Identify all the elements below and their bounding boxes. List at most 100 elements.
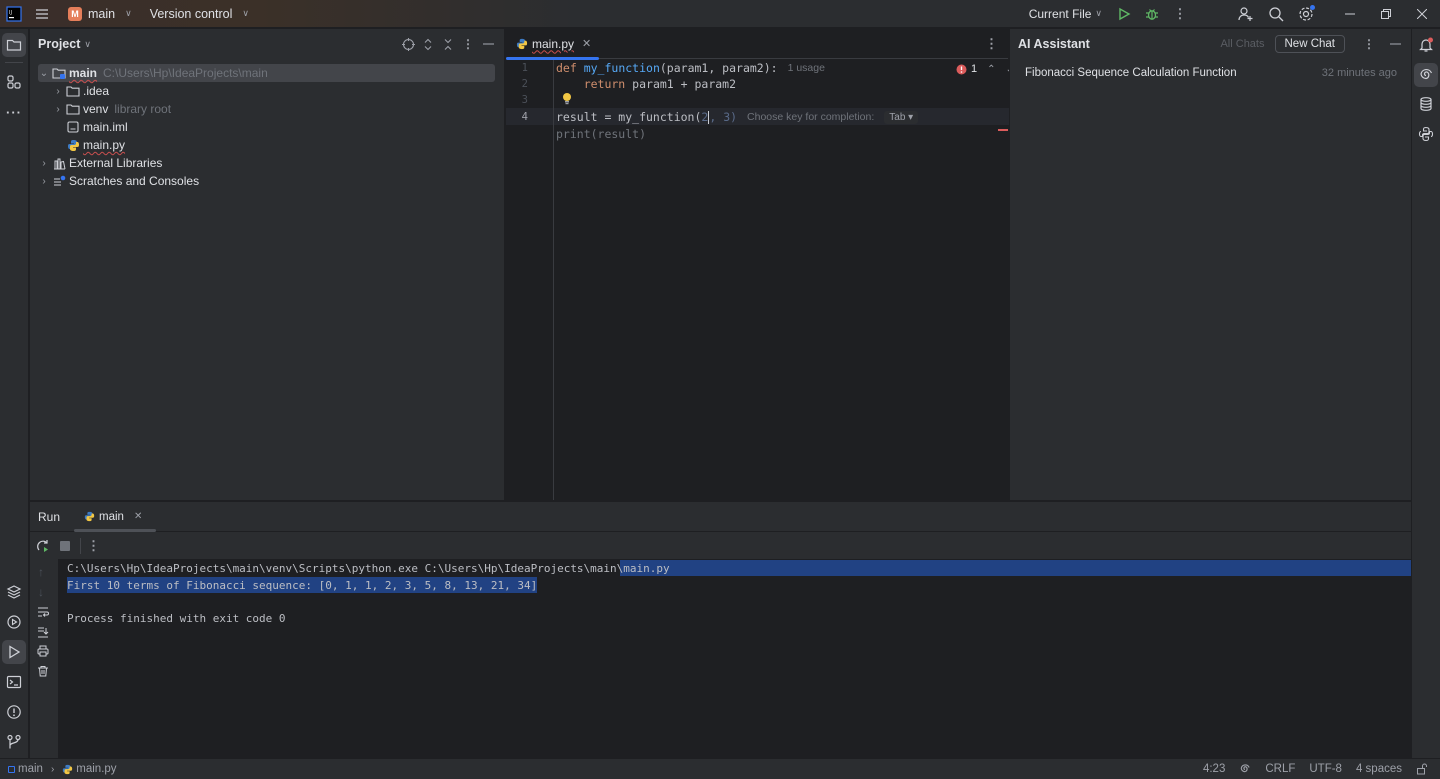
editor-tab-bar: main.py ✕ ⋮ — [506, 29, 1008, 60]
ai-assistant-status-icon[interactable] — [1239, 763, 1251, 775]
tree-item-idea[interactable]: › .idea — [52, 82, 109, 100]
main-menu-icon[interactable] — [28, 0, 56, 28]
code-line-1[interactable]: def my_function (param1, param2): 1 usage — [556, 60, 825, 76]
tree-item-label: .idea — [83, 84, 110, 98]
run-tool-button[interactable] — [2, 640, 26, 664]
project-tool-button[interactable] — [2, 33, 26, 57]
inspection-widget[interactable]: 1 ⌃ ⌄ — [956, 63, 1014, 75]
run-panel: Run main ✕ ⋮ ↑ ↓ C:\Users\Hp\IdeaProject… — [30, 501, 1411, 759]
close-window-button[interactable] — [1404, 0, 1440, 28]
project-switcher[interactable]: M main ∨ — [64, 3, 136, 25]
line-ending[interactable]: CRLF — [1265, 763, 1295, 775]
file-encoding[interactable]: UTF-8 — [1309, 763, 1342, 775]
database-tool-button[interactable] — [1414, 92, 1438, 116]
chevron-down-icon[interactable]: ⌄ — [38, 68, 50, 79]
more-actions-icon[interactable]: ⋮ — [87, 538, 100, 554]
ai-options-menu-icon[interactable]: ⋮ — [1361, 36, 1377, 52]
services-button[interactable] — [2, 610, 26, 634]
code-with-me-icon[interactable] — [1232, 0, 1260, 28]
code-line-2[interactable]: return param1 + param2 — [556, 76, 736, 92]
chevron-right-icon[interactable]: › — [38, 176, 50, 187]
code-line-5[interactable]: print(result) — [556, 126, 646, 142]
problems-icon — [7, 705, 21, 719]
tree-item-external-libraries[interactable]: › External Libraries — [38, 154, 162, 172]
tree-item-main-py[interactable]: main.py — [64, 136, 125, 154]
project-panel: Project ∨ ⋮ ⌄ main C:\Users\Hp\IdeaProje… — [30, 29, 504, 500]
clear-all-trash-icon[interactable] — [37, 665, 49, 677]
chevron-right-icon[interactable]: › — [52, 104, 64, 115]
print-icon[interactable] — [37, 645, 49, 657]
completion-key-dropdown[interactable]: Tab ▾ — [884, 110, 919, 124]
hide-panel-icon[interactable] — [480, 36, 496, 52]
run-tab-bar: Run main ✕ — [30, 502, 1411, 532]
editor-tabs-menu-icon[interactable]: ⋮ — [985, 36, 998, 52]
chevron-down-icon: ∨ — [125, 8, 132, 18]
keyword: return — [556, 77, 633, 91]
file-writable-lock-icon[interactable] — [1416, 763, 1428, 775]
chevron-right-icon[interactable]: › — [38, 158, 50, 169]
rerun-icon[interactable] — [36, 539, 50, 553]
python-console-tool-button[interactable] — [1414, 122, 1438, 146]
run-console-output[interactable]: C:\Users\Hp\IdeaProjects\main\venv\Scrip… — [58, 559, 1411, 759]
hide-panel-icon[interactable] — [1387, 36, 1403, 52]
all-chats-link[interactable]: All Chats — [1220, 38, 1264, 50]
chevron-right-icon[interactable]: › — [52, 86, 64, 97]
breadcrumb-file[interactable]: main.py — [76, 763, 116, 775]
code-line-4[interactable]: result = my_function(2, 3) Choose key for… — [556, 109, 919, 125]
previous-problem-icon[interactable]: ⌃ — [987, 64, 995, 75]
close-tab-icon[interactable]: ✕ — [582, 37, 591, 50]
tree-item-venv[interactable]: › venv library root — [52, 100, 171, 118]
chevron-down-icon[interactable]: ∨ — [84, 39, 91, 50]
run-config-label: Current File — [1028, 6, 1092, 21]
breadcrumb-project[interactable]: main — [18, 763, 43, 775]
scroll-up-icon[interactable]: ↑ — [38, 565, 44, 579]
structure-tool-button[interactable] — [2, 70, 26, 94]
caret-position[interactable]: 4:23 — [1203, 763, 1225, 775]
select-opened-file-icon[interactable] — [400, 36, 416, 52]
tree-item-label: main.py — [83, 138, 126, 152]
expand-all-icon[interactable] — [420, 36, 436, 52]
app-logo-icon[interactable]: IJ — [0, 0, 28, 28]
options-menu-icon[interactable]: ⋮ — [460, 36, 476, 52]
line-number: 1 — [521, 62, 528, 74]
stop-icon[interactable] — [60, 541, 70, 551]
vcs-widget[interactable]: Version control ∨ — [146, 3, 253, 25]
minimize-window-button[interactable] — [1332, 0, 1368, 28]
tree-item-main-iml[interactable]: main.iml — [64, 118, 128, 136]
chat-history-item[interactable]: Fibonacci Sequence Calculation Function … — [1025, 65, 1397, 81]
new-chat-button[interactable]: New Chat — [1274, 35, 1345, 53]
tree-item-label: Scratches and Consoles — [69, 174, 200, 188]
more-tool-windows-icon[interactable]: ··· — [2, 100, 26, 124]
completion-hint: Choose key for completion: — [747, 111, 875, 123]
scroll-to-end-icon[interactable] — [37, 626, 49, 638]
terminal-button[interactable] — [2, 670, 26, 694]
notifications-button[interactable] — [1414, 33, 1438, 57]
project-panel-title[interactable]: Project — [38, 37, 80, 51]
search-icon[interactable] — [1262, 0, 1290, 28]
tree-item-main[interactable]: ⌄ main C:\Users\Hp\IdeaProjects\main — [38, 64, 495, 82]
usages-hint[interactable]: 1 usage — [788, 62, 825, 74]
collapse-all-icon[interactable] — [440, 36, 456, 52]
git-button[interactable] — [2, 730, 26, 754]
tree-item-scratches[interactable]: › Scratches and Consoles — [38, 172, 199, 190]
editor-tab-main-py[interactable]: main.py ✕ — [506, 29, 600, 60]
soft-wrap-icon[interactable] — [37, 606, 49, 618]
console-line: Process finished with exit code 0 — [67, 611, 286, 625]
indent-setting[interactable]: 4 spaces — [1356, 763, 1402, 775]
settings-gear-icon[interactable] — [1292, 0, 1320, 28]
run-button[interactable] — [1110, 0, 1138, 28]
lightbulb-intention-icon[interactable] — [562, 92, 572, 106]
restore-window-button[interactable] — [1368, 0, 1404, 28]
run-tab-main[interactable]: main ✕ — [74, 502, 157, 532]
ai-assistant-tool-button[interactable] — [1414, 63, 1438, 87]
close-tab-icon[interactable]: ✕ — [134, 511, 142, 522]
run-configuration-selector[interactable]: Current File ∨ — [1021, 7, 1110, 21]
python-packages-button[interactable] — [2, 580, 26, 604]
debug-button[interactable] — [1138, 0, 1166, 28]
scroll-down-icon[interactable]: ↓ — [38, 585, 44, 599]
problems-button[interactable] — [2, 700, 26, 724]
more-actions-icon[interactable]: ⋮ — [1166, 0, 1194, 28]
ai-assistant-spiral-icon — [1420, 68, 1433, 80]
ai-assistant-title: AI Assistant — [1018, 37, 1090, 51]
error-stripe-marker[interactable] — [998, 129, 1008, 131]
